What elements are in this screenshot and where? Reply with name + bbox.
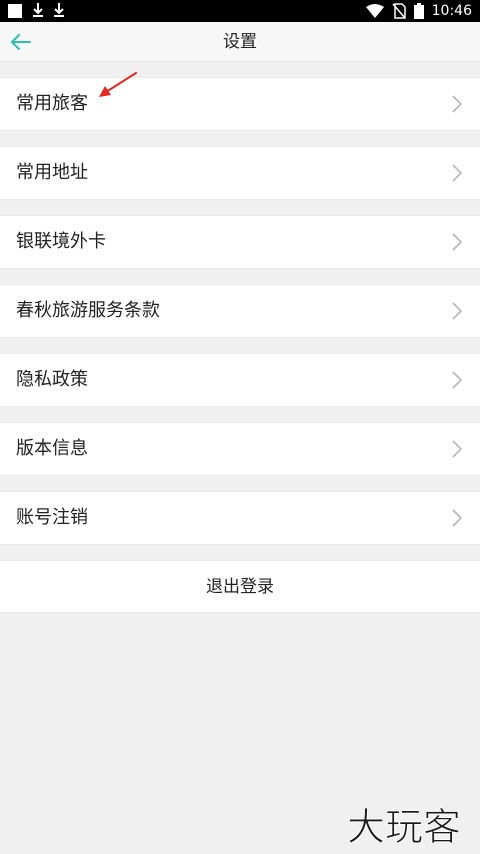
status-time: 10:46 xyxy=(431,3,472,19)
menu-item-frequent-travelers[interactable]: 常用旅客 xyxy=(0,77,480,131)
menu-item-account-cancellation[interactable]: 账号注销 xyxy=(0,491,480,545)
menu-item-version-info[interactable]: 版本信息 xyxy=(0,422,480,476)
menu-item-unionpay-overseas-card[interactable]: 银联境外卡 xyxy=(0,215,480,269)
red-arrow-icon xyxy=(99,72,137,97)
notification-square-icon xyxy=(8,4,22,18)
svg-text:大玩客: 大玩客 xyxy=(347,805,461,849)
menu-item-label: 账号注销 xyxy=(16,507,88,528)
menu-item-terms-of-service[interactable]: 春秋旅游服务条款 xyxy=(0,284,480,338)
chevron-right-icon xyxy=(452,302,462,320)
logout-button[interactable]: 退出登录 xyxy=(0,560,480,613)
chevron-right-icon xyxy=(452,509,462,527)
title-bar: 设置 xyxy=(0,22,480,62)
battery-icon xyxy=(413,3,424,19)
chevron-right-icon xyxy=(452,233,462,251)
chevron-right-icon xyxy=(452,440,462,458)
settings-list: 常用旅客 常用地址 银联境外卡 春秋旅游服务条款 隐私政策 版本信息 账号注销 xyxy=(0,77,480,560)
menu-item-label: 常用地址 xyxy=(16,162,88,183)
chevron-right-icon xyxy=(452,164,462,182)
chevron-right-icon xyxy=(452,95,462,113)
no-sim-icon xyxy=(392,3,406,19)
menu-item-privacy-policy[interactable]: 隐私政策 xyxy=(0,353,480,407)
menu-item-label: 隐私政策 xyxy=(16,369,88,390)
page-title: 设置 xyxy=(223,32,257,52)
chevron-right-icon xyxy=(452,371,462,389)
menu-item-frequent-addresses[interactable]: 常用地址 xyxy=(0,146,480,200)
download-icon xyxy=(54,3,64,17)
menu-item-label: 春秋旅游服务条款 xyxy=(16,300,160,321)
status-bar: 10:46 xyxy=(0,0,480,22)
wifi-icon xyxy=(365,4,384,18)
watermark-logo: 大玩客 xyxy=(346,805,461,850)
download-icon xyxy=(33,3,43,17)
menu-item-label: 银联境外卡 xyxy=(16,231,106,252)
menu-item-label: 常用旅客 xyxy=(16,93,88,114)
menu-item-label: 版本信息 xyxy=(16,438,88,459)
